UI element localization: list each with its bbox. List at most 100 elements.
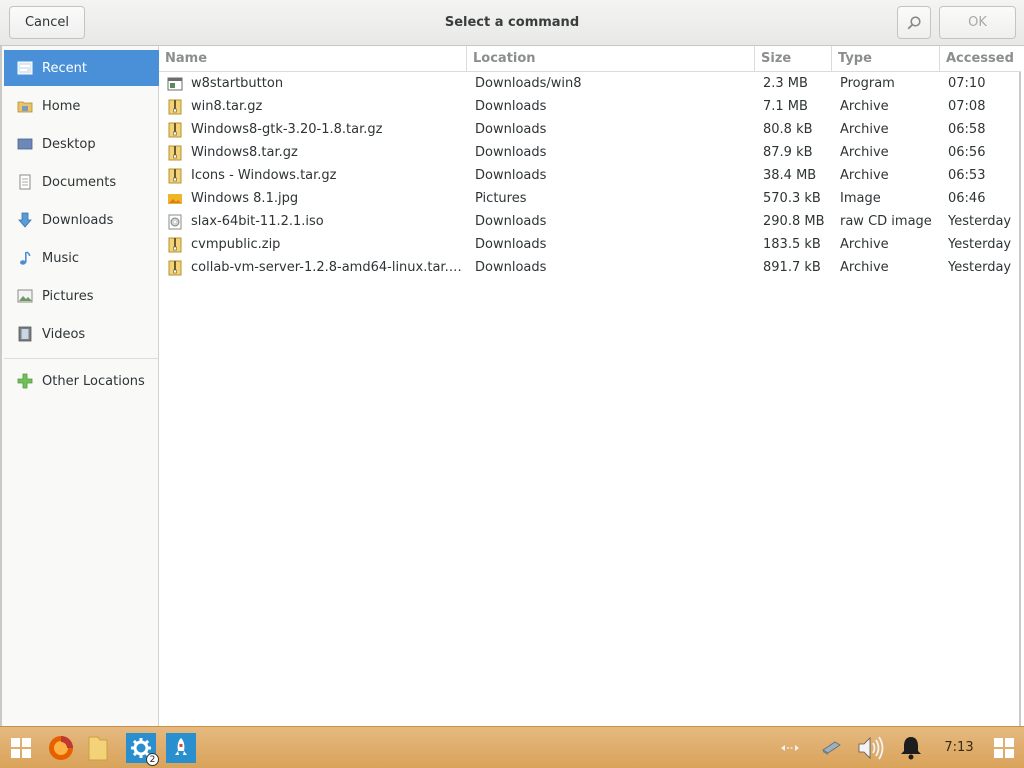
file-size: 570.3 kB	[763, 191, 821, 206]
volume-indicator[interactable]	[854, 732, 888, 764]
file-name: win8.tar.gz	[191, 99, 263, 114]
cancel-button[interactable]: Cancel	[9, 6, 85, 39]
notifications-button[interactable]	[896, 732, 926, 764]
dialog-title: Select a command	[444, 15, 580, 30]
sidebar-item-videos[interactable]: Videos	[4, 316, 159, 352]
sidebar-item-downloads[interactable]: Downloads	[4, 202, 159, 238]
sidebar-item-label: Music	[42, 250, 79, 266]
window-count-badge: 2	[146, 753, 159, 766]
archive-file-icon	[167, 145, 183, 161]
file-accessed: Yesterday	[948, 214, 1012, 229]
file-size: 7.1 MB	[763, 99, 808, 114]
file-location: Downloads	[475, 99, 547, 114]
file-location: Downloads	[475, 168, 547, 183]
file-location: Downloads	[475, 260, 547, 275]
taskbar-file-manager[interactable]	[84, 732, 112, 764]
music-icon	[16, 250, 33, 267]
table-row[interactable]: win8.tar.gz Downloads 7.1 MB Archive 07:08	[159, 95, 1021, 118]
file-type: Archive	[840, 260, 889, 275]
file-accessed: 06:56	[948, 145, 986, 160]
search-button[interactable]	[897, 6, 931, 39]
table-row[interactable]: Windows8.tar.gz Downloads 87.9 kB Archive 06…	[159, 141, 1021, 164]
file-accessed: 07:10	[948, 76, 986, 91]
taskbar-settings[interactable]: 2	[124, 732, 159, 766]
file-type: Program	[840, 76, 895, 91]
file-type: raw CD image	[840, 214, 932, 229]
file-location: Downloads	[475, 237, 547, 252]
column-header-accessed[interactable]: Accessed	[940, 46, 1021, 71]
plus-icon	[16, 373, 33, 390]
file-name: Icons - Windows.tar.gz	[191, 168, 337, 183]
file-name: w8startbutton	[191, 76, 284, 91]
sidebar-item-home[interactable]: Home	[4, 88, 159, 124]
speaker-icon	[858, 736, 884, 760]
column-header-type[interactable]: Type	[832, 46, 940, 71]
column-header-location[interactable]: Location	[467, 46, 755, 71]
sidebar-item-label: Desktop	[42, 136, 96, 152]
table-row[interactable]: Windows 8.1.jpg Pictures 570.3 kB Image 06:4…	[159, 187, 1021, 210]
file-type: Archive	[840, 168, 889, 183]
archive-file-icon	[167, 122, 183, 138]
documents-icon	[16, 174, 33, 191]
column-header-size[interactable]: Size	[755, 46, 832, 71]
file-size: 80.8 kB	[763, 122, 813, 137]
sidebar-item-desktop[interactable]: Desktop	[4, 126, 159, 162]
folder-icon	[88, 736, 108, 761]
show-desktop-button[interactable]	[990, 732, 1018, 764]
sidebar-item-other-locations[interactable]: Other Locations	[4, 363, 159, 399]
file-size: 891.7 kB	[763, 260, 821, 275]
desktop-icon	[16, 136, 33, 153]
file-type: Image	[840, 191, 881, 206]
table-row[interactable]: collab-vm-server-1.2.8-amd64-linux.tar.……	[159, 256, 1021, 279]
archive-file-icon	[167, 168, 183, 184]
table-row[interactable]: cvmpublic.zip Downloads 183.5 kB Archive Yes…	[159, 233, 1021, 256]
program-file-icon	[167, 76, 183, 92]
usb-drive-icon	[822, 741, 841, 755]
clock[interactable]: 7:13	[930, 727, 988, 768]
sidebar-item-pictures[interactable]: Pictures	[4, 278, 159, 314]
start-button[interactable]	[6, 732, 36, 764]
file-type: Archive	[840, 122, 889, 137]
pictures-icon	[16, 288, 33, 305]
file-location: Downloads	[475, 145, 547, 160]
sidebar-item-label: Documents	[42, 174, 117, 190]
file-accessed: 07:08	[948, 99, 986, 114]
file-size: 87.9 kB	[763, 145, 813, 160]
file-size: 2.3 MB	[763, 76, 808, 91]
network-indicator[interactable]	[776, 732, 804, 764]
column-header-name[interactable]: Name	[159, 46, 467, 71]
sidebar-item-label: Home	[42, 98, 81, 114]
places-sidebar: Recent Home Desktop Documents Downloads …	[0, 46, 159, 726]
file-accessed: Yesterday	[948, 237, 1012, 252]
header-bar: Select a command Cancel OK	[0, 0, 1024, 46]
table-row[interactable]: slax-64bit-11.2.1.iso Downloads 290.8 MB ra…	[159, 210, 1021, 233]
sidebar-item-recent[interactable]: Recent	[4, 50, 159, 86]
sidebar-item-music[interactable]: Music	[4, 240, 159, 276]
file-location: Downloads	[475, 214, 547, 229]
taskbar: 2 7:13	[0, 726, 1024, 768]
file-location: Downloads/win8	[475, 76, 582, 91]
taskbar-firefox[interactable]	[44, 732, 78, 764]
table-row[interactable]: Icons - Windows.tar.gz Downloads 38.4 MB Ar…	[159, 164, 1021, 187]
recent-icon	[16, 60, 33, 77]
sidebar-item-label: Pictures	[42, 288, 94, 304]
archive-file-icon	[167, 237, 183, 253]
file-accessed: 06:53	[948, 168, 986, 183]
sidebar-item-documents[interactable]: Documents	[4, 164, 159, 200]
ok-button[interactable]: OK	[939, 6, 1016, 39]
file-size: 183.5 kB	[763, 237, 821, 252]
windows-logo-icon	[994, 738, 1014, 758]
file-type: Archive	[840, 145, 889, 160]
file-accessed: 06:58	[948, 122, 986, 137]
table-row[interactable]: w8startbutton Downloads/win8 2.3 MB Program…	[159, 72, 1021, 95]
taskbar-app-launcher[interactable]	[164, 732, 198, 764]
videos-icon	[16, 326, 33, 343]
file-name: collab-vm-server-1.2.8-amd64-linux.tar.…	[191, 260, 462, 275]
image-file-icon	[167, 191, 183, 207]
archive-file-icon	[167, 260, 183, 276]
file-name: Windows8.tar.gz	[191, 145, 298, 160]
removable-drive-indicator[interactable]	[816, 732, 846, 764]
sidebar-item-label: Other Locations	[42, 373, 145, 389]
table-row[interactable]: Windows8-gtk-3.20-1.8.tar.gz Downloads 80.…	[159, 118, 1021, 141]
bell-icon	[901, 737, 921, 760]
